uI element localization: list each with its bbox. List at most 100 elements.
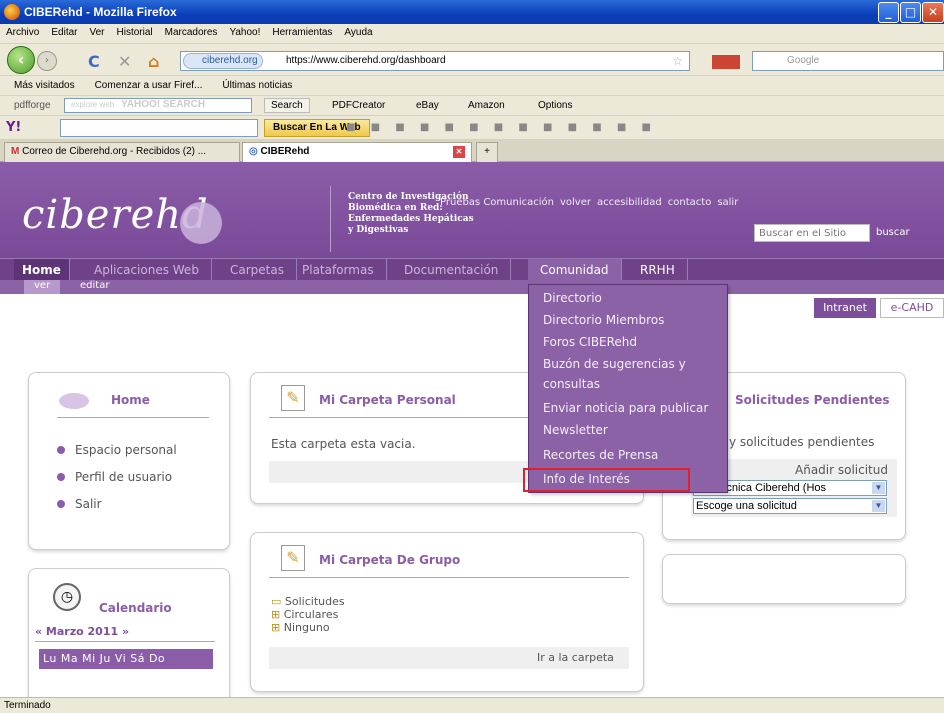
clock-icon: ◷ xyxy=(53,583,81,611)
pdf-search-button[interactable]: Search xyxy=(264,98,310,113)
link-salir[interactable]: salir xyxy=(717,197,738,208)
calendar-month-nav[interactable]: « Marzo 2011 » xyxy=(35,625,129,638)
menu-herramientas[interactable]: Herramientas xyxy=(266,24,338,38)
calendario-panel: ◷ Calendario « Marzo 2011 » Lu Ma Mi Ju … xyxy=(28,568,230,697)
window-title: CIBERehd - Mozilla Firefox xyxy=(24,5,177,19)
menu-ayuda[interactable]: Ayuda xyxy=(338,24,378,38)
menu-directorio[interactable]: Directorio xyxy=(529,287,727,309)
tab-ciberehd-label: CIBERehd xyxy=(260,146,310,157)
search-field[interactable]: Google xyxy=(752,51,944,71)
link-perfil-usuario[interactable]: Perfil de usuario xyxy=(57,470,172,484)
intranet-button[interactable]: Intranet xyxy=(814,298,876,318)
address-bar[interactable]: ciberehd.org https://www.ciberehd.org/da… xyxy=(180,51,690,71)
menu-editar[interactable]: Editar xyxy=(45,24,83,38)
folder-plus-icon: ⊞ xyxy=(271,608,284,621)
sub-navigation: ver editar xyxy=(0,280,944,294)
close-button[interactable]: ✕ xyxy=(922,2,944,23)
new-tab-button[interactable]: + xyxy=(476,142,498,162)
options-button[interactable]: Options xyxy=(538,100,572,111)
reload-icon[interactable]: C xyxy=(88,52,100,71)
menu-ver[interactable]: Ver xyxy=(83,24,110,38)
google-engine-icon[interactable] xyxy=(712,55,740,69)
nav-aplicaciones-web[interactable]: Aplicaciones Web xyxy=(82,259,212,281)
link-salir-panel[interactable]: Salir xyxy=(57,497,102,511)
menu-marcadores[interactable]: Marcadores xyxy=(159,24,224,38)
home-icon[interactable]: ⌂ xyxy=(148,52,159,71)
menu-yahoo[interactable]: Yahoo! xyxy=(223,24,266,38)
carpeta-personal-title: Mi Carpeta Personal xyxy=(319,393,456,407)
stop-icon[interactable]: ✕ xyxy=(118,52,131,71)
link-volver[interactable]: volver xyxy=(560,197,591,208)
nav-documentacion[interactable]: Documentación xyxy=(392,259,512,281)
menu-buzon-consultas[interactable]: consultas xyxy=(529,373,727,395)
link-contacto[interactable]: contacto xyxy=(668,197,712,208)
centro-line-4: y Digestivas xyxy=(348,225,409,235)
yahoo-logo-icon[interactable]: Y! xyxy=(6,120,21,135)
comunidad-dropdown: Directorio Directorio Miembros Foros CIB… xyxy=(528,284,728,493)
menu-enviar-noticia[interactable]: Enviar noticia para publicar xyxy=(529,397,727,419)
menu-buzon-sugerencias[interactable]: Buzón de sugerencias y xyxy=(529,353,727,375)
ir-a-la-carpeta-link[interactable]: Ir a la carpeta xyxy=(537,651,614,664)
link-espacio-personal[interactable]: Espacio personal xyxy=(57,443,177,457)
pdfcreator-button[interactable]: PDFCreator xyxy=(332,100,385,111)
ebay-button[interactable]: eBay xyxy=(416,100,439,111)
anadir-solicitud-link[interactable]: Añadir solicitud xyxy=(795,463,888,477)
search-placeholder: Google xyxy=(787,55,820,66)
chevron-down-icon: ▼ xyxy=(872,482,885,494)
nav-rrhh[interactable]: RRHH xyxy=(628,259,688,281)
bookmark-mas-visitados[interactable]: Más visitados xyxy=(0,76,81,91)
site-search-input[interactable]: Buscar en el Sitio xyxy=(754,224,870,242)
folder-circulares[interactable]: ⊞ Circulares xyxy=(271,608,338,621)
back-button[interactable]: ‹ xyxy=(7,46,35,74)
menu-foros[interactable]: Foros CIBERehd xyxy=(529,331,727,353)
carpeta-personal-empty-text: Esta carpeta esta vacia. xyxy=(271,437,416,451)
star-icon[interactable]: ☆ xyxy=(672,54,683,68)
bookmark-ultimas-noticias[interactable]: Últimas noticias xyxy=(208,76,298,91)
yahoo-toolbar-icons[interactable]: ■ ■ ■ ■ ■ ■ ■ ■ ■ ■ ■ ■ ■ xyxy=(346,122,906,134)
main-navigation: Home Aplicaciones Web Carpetas Plataform… xyxy=(0,258,944,281)
calendar-weekdays: Lu Ma Mi Ju Vi Sá Do xyxy=(39,649,213,669)
url-text[interactable]: https://www.ciberehd.org/dashboard xyxy=(286,55,446,66)
amazon-button[interactable]: Amazon xyxy=(468,100,505,111)
site-search-button[interactable]: buscar xyxy=(876,227,910,238)
home-panel-title: Home xyxy=(111,393,150,407)
site-header: ciberehd Centro de Investigación Biomédi… xyxy=(0,162,944,258)
folder-solicitudes[interactable]: ▭ Solicitudes xyxy=(271,595,345,608)
solicitud-select[interactable]: Escoge una solicitud ▼ xyxy=(693,498,887,514)
tab-correo[interactable]: M Correo de Ciberehd.org - Recibidos (2)… xyxy=(4,142,240,162)
forward-button[interactable]: › xyxy=(37,51,57,71)
pdfforge-toolbar: pdfforge explore web YAHOO! SEARCH Searc… xyxy=(0,96,944,116)
chevron-down-icon: ▼ xyxy=(872,500,885,512)
menu-newsletter[interactable]: Newsletter xyxy=(529,419,727,441)
menu-directorio-miembros[interactable]: Directorio Miembros xyxy=(529,309,727,331)
ecahd-button[interactable]: e-CAHD xyxy=(880,298,944,318)
site-identity-badge[interactable]: ciberehd.org xyxy=(183,53,263,69)
empty-right-panel xyxy=(662,554,906,604)
maximize-button[interactable]: □ xyxy=(900,2,921,23)
folder-icon: ▭ xyxy=(271,595,285,608)
web-page: ciberehd Centro de Investigación Biomédi… xyxy=(0,162,944,697)
subnav-ver[interactable]: ver xyxy=(24,280,61,294)
close-tab-icon[interactable]: ✕ xyxy=(453,146,465,158)
centro-line-3: Enfermedades Hepáticas xyxy=(348,214,474,224)
yahoo-search-label: YAHOO! SEARCH xyxy=(121,99,206,110)
pdf-search-placeholder[interactable]: explore web xyxy=(71,100,114,109)
menu-bar: Archivo Editar Ver Historial Marcadores Yahoo… xyxy=(0,24,944,44)
nav-carpetas[interactable]: Carpetas xyxy=(218,259,297,281)
minimize-button[interactable]: _ xyxy=(878,2,899,23)
note-pencil-icon: ✎ xyxy=(281,545,305,571)
tab-ciberehd[interactable]: ◎ CIBERehd ✕ xyxy=(242,142,472,162)
nav-comunidad[interactable]: Comunidad xyxy=(528,259,622,281)
link-accesibilidad[interactable]: accesibilidad xyxy=(597,197,662,208)
bookmark-comenzar[interactable]: Comenzar a usar Firef... xyxy=(81,76,209,91)
nav-home[interactable]: Home xyxy=(14,259,70,281)
folder-ninguno[interactable]: ⊞ Ninguno xyxy=(271,621,330,634)
menu-archivo[interactable]: Archivo xyxy=(0,24,45,38)
home-orbit-icon xyxy=(59,393,89,409)
nav-plataformas[interactable]: Plataformas xyxy=(290,259,387,281)
menu-recortes-prensa[interactable]: Recortes de Prensa xyxy=(529,444,727,466)
yahoo-search-input[interactable] xyxy=(60,119,258,137)
subnav-editar[interactable]: editar xyxy=(70,280,119,294)
menu-historial[interactable]: Historial xyxy=(111,24,159,38)
link-pruebas-comunicacion[interactable]: Pruebas Comunicación xyxy=(440,197,554,208)
